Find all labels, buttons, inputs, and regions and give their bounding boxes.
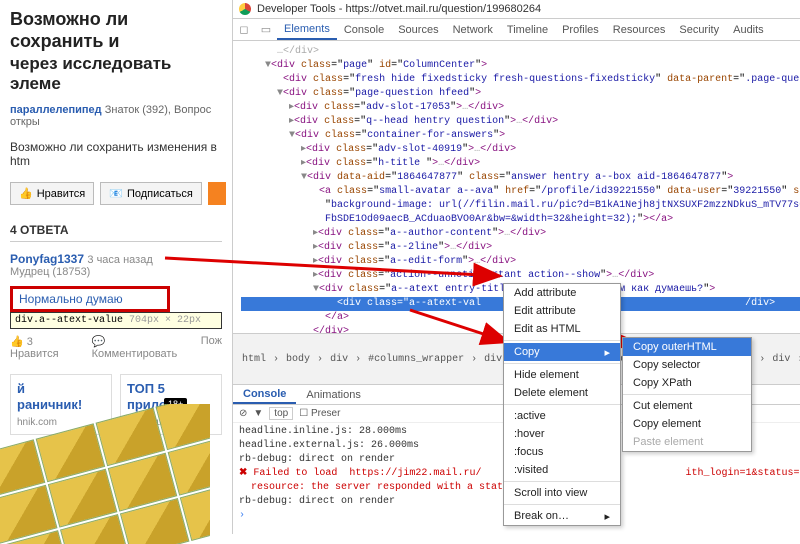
- question-title-line2: через исследовать элеме: [10, 54, 222, 94]
- menu-break-on[interactable]: Break on…▸: [504, 507, 620, 525]
- submenu-copy-outerhtml[interactable]: Copy outerHTML: [623, 338, 751, 356]
- tab-resources[interactable]: Resources: [606, 21, 673, 39]
- tab-timeline[interactable]: Timeline: [500, 21, 555, 39]
- menu-active[interactable]: :active: [504, 407, 620, 425]
- question-author[interactable]: параллелепипед: [10, 104, 102, 116]
- clear-icon[interactable]: ⊘: [239, 408, 247, 419]
- highlighted-answer-text: Нормально думаю: [10, 286, 170, 312]
- question-title-line1: Возможно ли сохранить и: [10, 8, 222, 52]
- devtools-toolbar: ◻ ▭ Elements Console Sources Network Tim…: [233, 19, 800, 41]
- menu-hide-element[interactable]: Hide element: [504, 366, 620, 384]
- menu-copy[interactable]: Copy▸: [504, 343, 620, 361]
- subscribe-button[interactable]: 📧 Подписаться: [100, 182, 202, 205]
- filter-icon[interactable]: ▼: [253, 408, 263, 419]
- devtools-titlebar: Developer Tools - https://otvet.mail.ru/…: [233, 0, 800, 19]
- drawer-tab-console[interactable]: Console: [233, 386, 296, 404]
- menu-visited[interactable]: :visited: [504, 461, 620, 479]
- tab-console[interactable]: Console: [337, 21, 391, 39]
- tab-elements[interactable]: Elements: [277, 20, 337, 40]
- submenu-copy-element[interactable]: Copy element: [623, 415, 751, 433]
- tab-security[interactable]: Security: [672, 21, 726, 39]
- submenu-copy-selector[interactable]: Copy selector: [623, 356, 751, 374]
- question-meta: параллелепипед Знаток (392), Вопрос откр…: [10, 104, 222, 128]
- answer-author[interactable]: Ponyfag1337: [10, 252, 84, 266]
- answer-button[interactable]: [208, 182, 226, 205]
- tab-audits[interactable]: Audits: [726, 21, 771, 39]
- page-content: Возможно ли сохранить и через исследоват…: [0, 0, 232, 534]
- submenu-cut-element[interactable]: Cut element: [623, 397, 751, 415]
- tab-network[interactable]: Network: [446, 21, 500, 39]
- device-icon[interactable]: ▭: [255, 23, 277, 36]
- answer-comment[interactable]: 💬 Комментировать: [92, 335, 193, 360]
- inspect-tooltip: div.a--atext-value 704px × 22px: [10, 312, 222, 329]
- menu-scroll-into-view[interactable]: Scroll into view: [504, 484, 620, 502]
- context-submenu-copy: Copy outerHTML Copy selector Copy XPath …: [622, 337, 752, 452]
- menu-add-attribute[interactable]: Add attribute: [504, 284, 620, 302]
- menu-delete-element[interactable]: Delete element: [504, 384, 620, 402]
- menu-hover[interactable]: :hover: [504, 425, 620, 443]
- context-menu: Add attribute Edit attribute Edit as HTM…: [503, 283, 621, 526]
- like-button[interactable]: 👍 Нравится: [10, 182, 94, 205]
- drawer-tab-animations[interactable]: Animations: [296, 387, 370, 403]
- question-body: Возможно ли сохранить изменения в htm: [10, 140, 222, 168]
- menu-edit-as-html[interactable]: Edit as HTML: [504, 320, 620, 338]
- context-select[interactable]: top: [269, 407, 293, 420]
- inspect-icon[interactable]: ◻: [233, 23, 255, 36]
- answer-report[interactable]: Пож: [201, 335, 222, 360]
- submenu-copy-xpath[interactable]: Copy XPath: [623, 374, 751, 392]
- answer-block: Ponyfag1337 3 часа назад Мудрец (18753) …: [10, 252, 222, 360]
- promo-image: [0, 404, 210, 544]
- submenu-paste-element: Paste element: [623, 433, 751, 451]
- tab-sources[interactable]: Sources: [391, 21, 445, 39]
- menu-focus[interactable]: :focus: [504, 443, 620, 461]
- tab-profiles[interactable]: Profiles: [555, 21, 606, 39]
- answer-like[interactable]: 👍 3 Нравится: [10, 335, 84, 360]
- answers-header: 4 ОТВЕТА: [10, 223, 222, 242]
- chrome-icon: [239, 3, 251, 15]
- menu-edit-attribute[interactable]: Edit attribute: [504, 302, 620, 320]
